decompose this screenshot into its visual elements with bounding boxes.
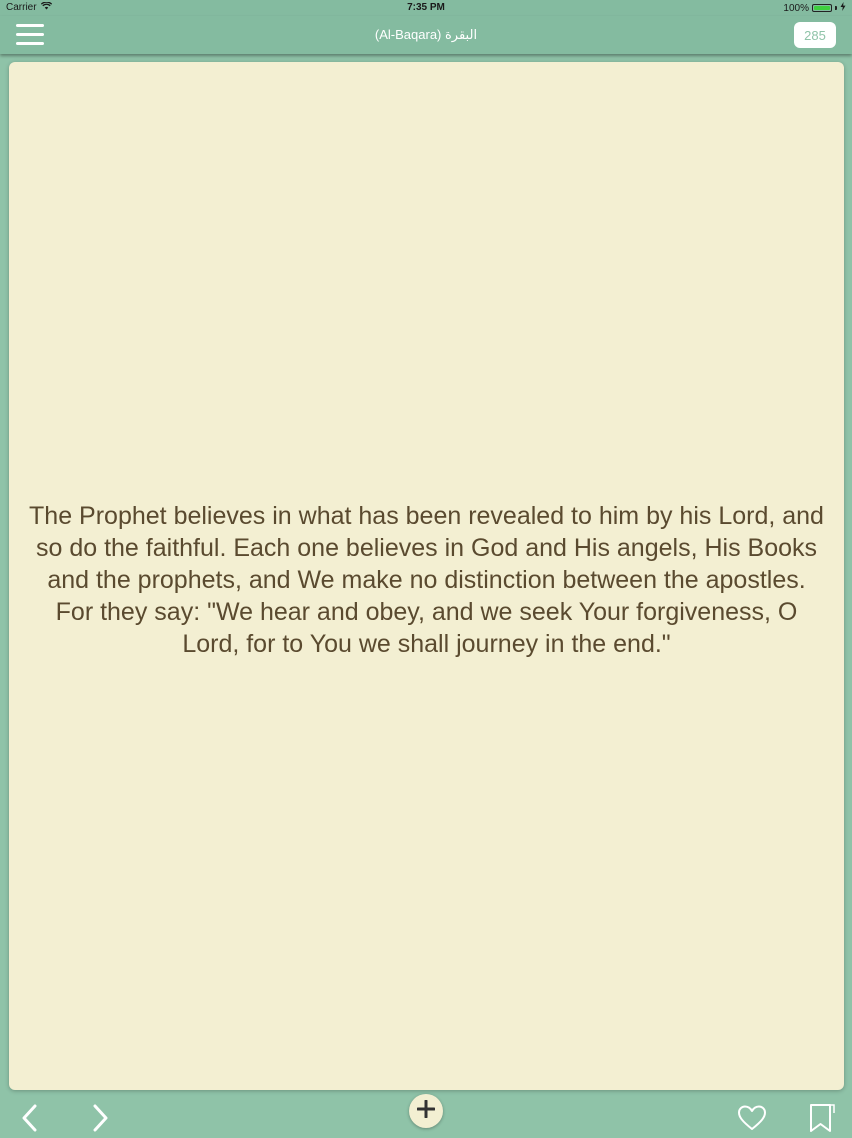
chevron-left-icon [20,1104,40,1136]
status-bar: Carrier 7:35 PM 100% [0,0,852,16]
verse-card: The Prophet believes in what has been re… [9,62,844,1090]
verse-number-button[interactable]: 285 [794,22,836,48]
battery-icon [812,4,832,12]
favorite-button[interactable] [737,1104,767,1137]
bookmark-button[interactable] [808,1103,836,1138]
page-title: (Al-Baqara) البقرة [374,27,478,42]
verse-text: The Prophet believes in what has been re… [29,502,824,658]
chevron-right-icon [90,1104,110,1136]
next-button[interactable] [90,1104,110,1137]
heart-icon [737,1105,767,1136]
add-button[interactable] [409,1094,443,1128]
plus-icon [416,1099,436,1123]
charging-icon [840,2,846,14]
navigation-bar: (Al-Baqara) البقرة 285 [0,16,852,54]
previous-button[interactable] [20,1104,40,1137]
bookmark-icon [808,1104,836,1137]
battery-percentage: 100% [783,2,809,14]
status-right: 100% [783,2,846,14]
battery-tip [835,6,837,10]
status-time: 7:35 PM [407,2,445,13]
